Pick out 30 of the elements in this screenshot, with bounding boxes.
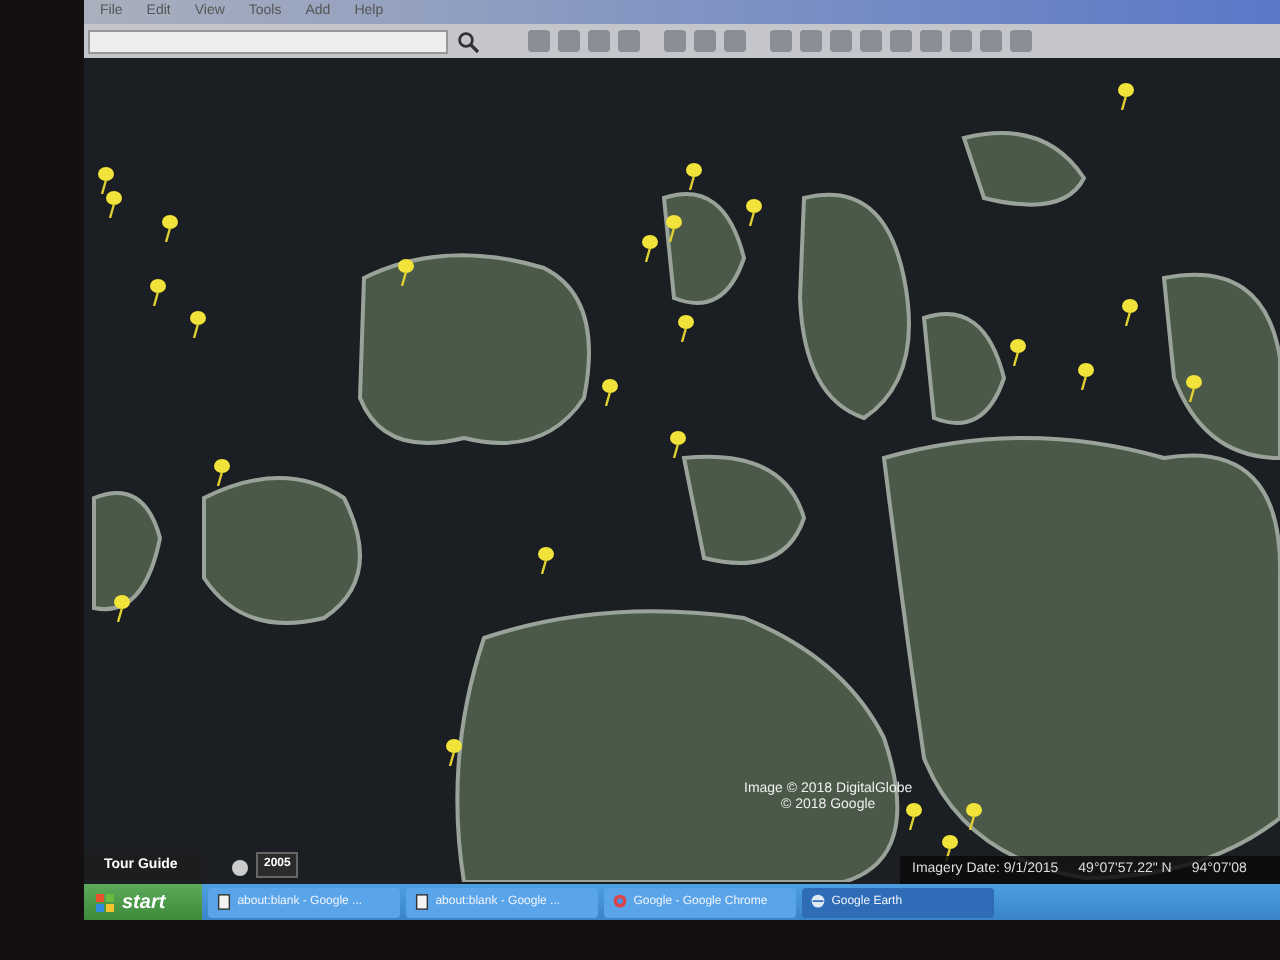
search-field[interactable] [88,29,448,53]
pushpin-icon[interactable] [676,314,696,342]
page-icon [413,894,430,910]
pushpin-icon[interactable] [664,214,684,242]
pushpin-icon[interactable] [396,258,416,286]
pushpin-icon[interactable] [640,234,660,262]
pushpin-icon[interactable] [964,802,984,830]
page-icon [215,894,232,910]
pushpin-icon[interactable] [188,310,208,338]
start-button[interactable]: start [84,884,202,920]
search-icon[interactable] [456,29,480,53]
pushpin-icon[interactable] [148,278,168,306]
pushpin-icon[interactable] [112,594,132,622]
pushpin-icon[interactable] [684,162,704,190]
pushpin-icon[interactable] [940,834,960,862]
pushpin-icon[interactable] [1076,362,1096,390]
pushpin-icon[interactable] [536,546,556,574]
pushpin-icon[interactable] [668,430,688,458]
pushpin-icon[interactable] [444,738,464,766]
pushpin-icon[interactable] [1008,338,1028,366]
pushpin-icon[interactable] [160,214,180,242]
pushpin-icon[interactable] [104,190,124,218]
windows-flag-icon [96,893,114,911]
pushpin-icon[interactable] [1116,82,1136,110]
pushpin-icon[interactable] [904,802,924,830]
pushpin-icon[interactable] [212,458,232,486]
pushpin-icon[interactable] [744,198,764,226]
pushpin-icon[interactable] [96,166,116,194]
pushpin-icon[interactable] [1120,298,1140,326]
pushpin-icon[interactable] [600,378,620,406]
